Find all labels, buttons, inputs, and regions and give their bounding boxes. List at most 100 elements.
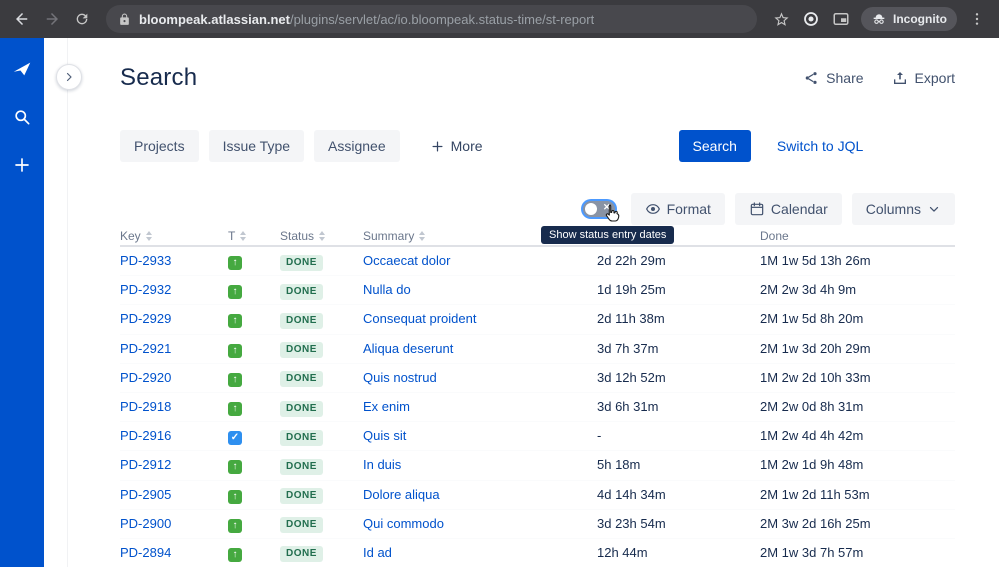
issue-key-link[interactable]: PD-2894 [120, 545, 171, 560]
plus-icon [432, 141, 443, 151]
table-row: PD-2905 DONE Dolore aliqua 4d 14h 34m 2M… [120, 481, 955, 510]
issue-key-link[interactable]: PD-2932 [120, 282, 171, 297]
page-title: Search [120, 64, 198, 91]
format-button[interactable]: Format [630, 193, 725, 225]
time-in-status-value: 1d 19h 25m [597, 282, 666, 298]
issue-type-icon [228, 372, 242, 387]
refresh-icon[interactable] [68, 5, 96, 33]
issue-key-link[interactable]: PD-2918 [120, 399, 171, 414]
column-header-type-label: T [228, 229, 236, 243]
column-header-done[interactable]: Done [760, 229, 955, 243]
app-logo-icon[interactable] [9, 56, 35, 82]
issue-key-link[interactable]: PD-2929 [120, 311, 171, 326]
filter-issue-type-button[interactable]: Issue Type [208, 130, 305, 162]
issue-summary-link[interactable]: Ex enim [363, 399, 410, 414]
column-header-summary-label: Summary [363, 229, 415, 243]
bookmark-star-icon[interactable] [767, 5, 795, 33]
done-duration-value: 2M 1w 3d 7h 57m [760, 544, 864, 560]
issue-key-link[interactable]: PD-2905 [120, 487, 171, 502]
status-lozenge: DONE [280, 429, 323, 446]
done-duration-value: 2M 1w 3d 20h 29m [760, 340, 871, 356]
status-lozenge: DONE [280, 517, 323, 534]
back-icon[interactable] [8, 5, 36, 33]
issue-summary-link[interactable]: Quis nostrud [363, 370, 437, 385]
column-header-type[interactable]: T [228, 229, 280, 243]
table-row: PD-2912 DONE In duis 5h 18m 1M 2w 1d 9h … [120, 451, 955, 481]
picture-in-picture-icon[interactable] [827, 5, 855, 33]
issue-type-icon [228, 343, 242, 358]
table-row: PD-2900 DONE Qui commodo 3d 23h 54m 2M 3… [120, 510, 955, 539]
toggle-tooltip: Show status entry dates [541, 226, 675, 244]
done-duration-value: 1M 2w 2d 10h 33m [760, 369, 871, 385]
status-lozenge: DONE [280, 488, 323, 505]
issue-summary-link[interactable]: Occaecat dolor [363, 253, 450, 268]
time-in-status-value: 4d 14h 34m [597, 486, 666, 502]
done-duration-value: 1M 1w 5d 13h 26m [760, 253, 871, 269]
time-in-status-value: 3d 7h 37m [597, 340, 659, 356]
table-row: PD-2920 DONE Quis nostrud 3d 12h 52m 1M … [120, 364, 955, 393]
table-row: PD-2933 DONE Occaecat dolor 2d 22h 29m 1… [120, 247, 955, 277]
issue-summary-link[interactable]: Nulla do [363, 282, 411, 297]
issue-summary-link[interactable]: Id ad [363, 545, 392, 560]
expand-nav-button[interactable] [56, 64, 82, 90]
incognito-label: Incognito [893, 12, 947, 26]
issue-summary-link[interactable]: Quis sit [363, 428, 406, 443]
table-row: PD-2894 DONE Id ad 12h 44m 2M 1w 3d 7h 5… [120, 539, 955, 567]
browser-menu-icon[interactable] [963, 5, 991, 33]
filter-assignee-button[interactable]: Assignee [314, 130, 400, 162]
table-row: PD-2932 DONE Nulla do 1d 19h 25m 2M 2w 3… [120, 276, 955, 306]
time-in-status-value: 3d 23h 54m [597, 515, 666, 531]
issue-summary-link[interactable]: Consequat proident [363, 311, 476, 326]
issue-type-icon [228, 489, 242, 504]
sort-icon [419, 231, 426, 241]
table-row: PD-2918 DONE Ex enim 3d 6h 31m 2M 2w 0d … [120, 393, 955, 423]
time-in-status-value: 5h 18m [597, 457, 641, 473]
columns-button[interactable]: Columns [851, 193, 955, 225]
eye-icon [645, 204, 660, 214]
incognito-icon [873, 14, 885, 24]
more-filters-button[interactable]: More [416, 130, 497, 162]
sidebar-add-icon[interactable] [9, 152, 35, 178]
address-bar[interactable]: bloompeak.atlassian.net/plugins/servlet/… [106, 5, 757, 33]
sidebar-search-icon[interactable] [9, 104, 35, 130]
issue-summary-link[interactable]: Aliqua deserunt [363, 341, 453, 356]
done-duration-value: 1M 2w 4d 4h 42m [760, 428, 864, 444]
issue-key-link[interactable]: PD-2916 [120, 428, 171, 443]
share-button[interactable]: Share [803, 70, 864, 86]
issue-type-icon [228, 547, 242, 562]
report-page: Search Share Export Projects Issue Type … [44, 38, 999, 567]
calendar-button[interactable]: Calendar [734, 193, 842, 225]
forward-icon[interactable] [38, 5, 66, 33]
issue-key-link[interactable]: PD-2900 [120, 516, 171, 531]
done-duration-value: 2M 1w 2d 11h 53m [760, 486, 870, 502]
export-button[interactable]: Export [892, 70, 955, 86]
column-header-status[interactable]: Status [280, 229, 363, 243]
issue-type-icon [228, 314, 242, 329]
calendar-icon [750, 202, 764, 216]
issue-key-link[interactable]: PD-2933 [120, 253, 171, 268]
done-duration-value: 2M 2w 0d 8h 31m [760, 399, 864, 415]
status-lozenge: DONE [280, 312, 323, 329]
app-shell: Search Share Export Projects Issue Type … [0, 38, 999, 567]
table-row: PD-2916 DONE Quis sit - 1M 2w 4d 4h 42m [120, 422, 955, 452]
issue-summary-link[interactable]: In duis [363, 457, 401, 472]
issue-summary-link[interactable]: Dolore aliqua [363, 487, 440, 502]
time-in-status-value: 12h 44m [597, 544, 648, 560]
issue-key-link[interactable]: PD-2912 [120, 457, 171, 472]
sort-icon [145, 231, 152, 241]
extension-icon[interactable] [797, 5, 825, 33]
time-in-status-value: 3d 6h 31m [597, 399, 659, 415]
sort-icon [240, 231, 247, 241]
issue-key-link[interactable]: PD-2920 [120, 370, 171, 385]
search-submit-button[interactable]: Search [678, 130, 751, 162]
table-row: PD-2921 DONE Aliqua deserunt 3d 7h 37m 2… [120, 335, 955, 364]
switch-to-jql-link[interactable]: Switch to JQL [777, 138, 863, 154]
column-header-key[interactable]: Key [120, 229, 228, 243]
issue-summary-link[interactable]: Qui commodo [363, 516, 444, 531]
filter-projects-button[interactable]: Projects [120, 130, 199, 162]
column-header-key-label: Key [120, 229, 141, 243]
done-duration-value: 2M 1w 5d 8h 20m [760, 311, 864, 327]
issue-key-link[interactable]: PD-2921 [120, 341, 171, 356]
status-lozenge: DONE [280, 371, 323, 388]
column-header-status-label: Status [280, 229, 315, 243]
